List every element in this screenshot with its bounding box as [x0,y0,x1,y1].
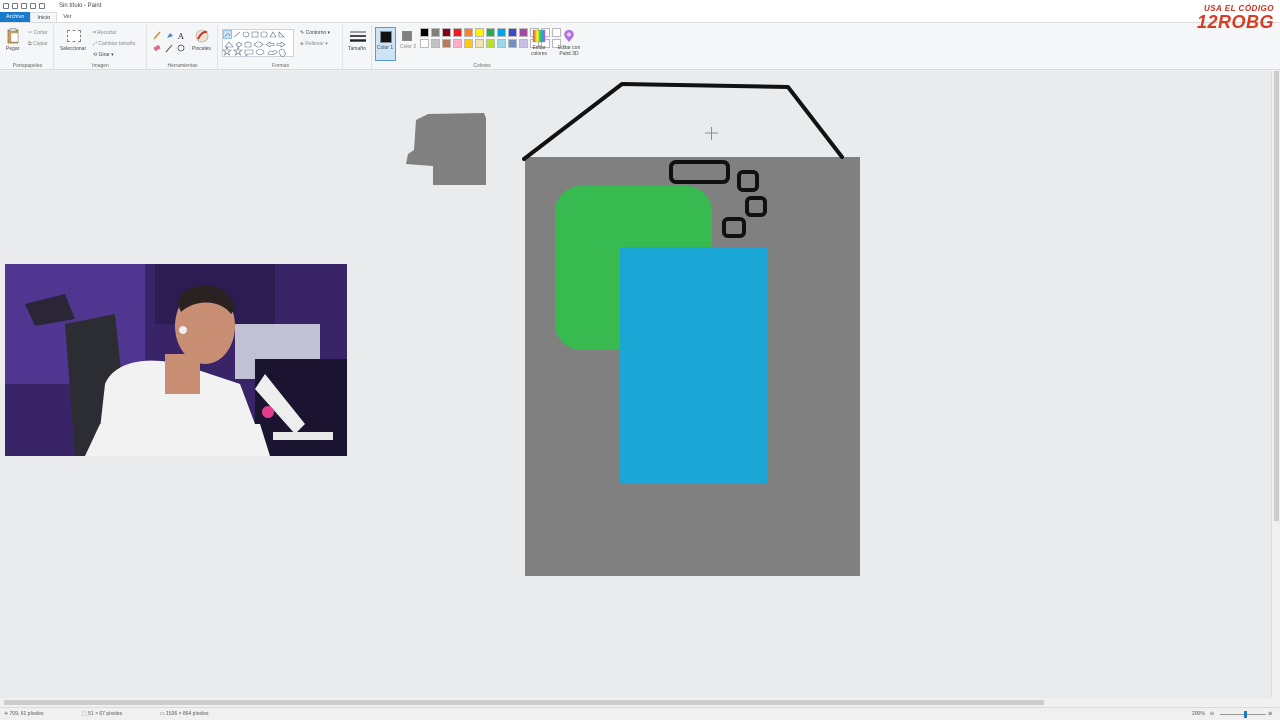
vertical-scrollbar[interactable] [1271,71,1280,698]
blue-rectangle [620,247,767,484]
zoom-level: 200% [1192,711,1205,717]
selection-size: ⬚ 51 × 67 píxeles [82,711,123,717]
zoom-slider-thumb[interactable] [1244,711,1247,718]
vertical-scroll-thumb[interactable] [1274,71,1279,521]
image-size-value: 1536 × 864 píxeles [166,711,209,717]
horizontal-scroll-thumb[interactable] [4,700,1044,705]
sponsor-code: 12ROBG [1196,12,1274,32]
zoom-slider[interactable] [1220,714,1266,715]
gray-selection-shape[interactable] [406,113,486,185]
roof-line [522,82,844,161]
crosshair-cursor-icon [705,127,718,140]
sponsor-code-overlay: USA EL CÓDIGO 12ROBG [1197,4,1274,31]
webcam-overlay [5,264,347,456]
horizontal-scrollbar[interactable] [0,698,1271,707]
cursor-position: ✛ 709, 61 píxeles [4,711,44,717]
zoom-out-button[interactable]: ⊖ [1210,711,1214,717]
zoom-in-button[interactable]: ⊕ [1268,711,1272,717]
cursor-position-value: 709, 61 píxeles [9,711,44,717]
status-bar: ✛ 709, 61 píxeles ⬚ 51 × 67 píxeles ▭ 15… [0,707,1280,720]
selection-size-value: 51 × 67 píxeles [88,711,123,717]
image-size: ▭ 1536 × 864 píxeles [160,711,209,717]
webcam-scene [5,264,347,456]
